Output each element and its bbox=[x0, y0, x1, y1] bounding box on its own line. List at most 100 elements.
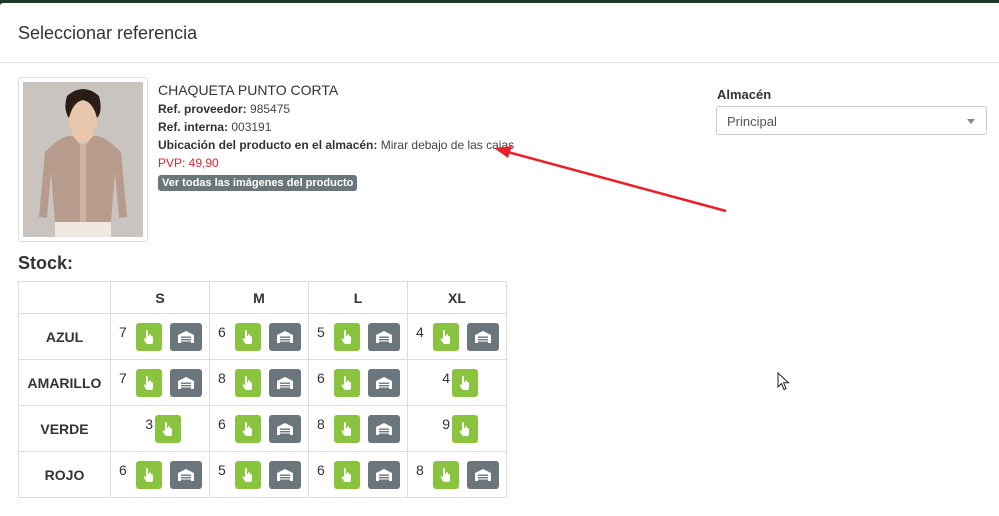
warehouse-select[interactable]: Principal bbox=[716, 106, 987, 135]
hand-pointer-icon bbox=[341, 330, 351, 344]
stock-header-row: S M L XL bbox=[18, 281, 507, 314]
warehouse-icon bbox=[376, 377, 392, 389]
hand-pointer-icon bbox=[341, 422, 351, 436]
warehouse-stock-button[interactable] bbox=[170, 323, 202, 351]
stock-qty: 5 bbox=[218, 462, 226, 478]
internal-ref-value: 003191 bbox=[231, 120, 272, 134]
caret-down-icon bbox=[967, 119, 975, 124]
warehouse-select-value: Principal bbox=[727, 114, 777, 129]
warehouse-icon bbox=[376, 423, 392, 435]
select-variant-button[interactable] bbox=[433, 461, 459, 489]
stock-cell: 8 bbox=[209, 359, 309, 406]
stock-table: S M L XL AZUL 7 6 5 4 AMARILLO 7 8 6 4 VERDE 3 6 8 9 RO… bbox=[18, 281, 507, 498]
hand-pointer-icon bbox=[459, 422, 469, 436]
hand-pointer-icon bbox=[143, 468, 153, 482]
stock-row: ROJO 6 5 6 8 bbox=[18, 451, 507, 498]
warehouse-stock-button[interactable] bbox=[368, 461, 400, 489]
stock-qty: 7 bbox=[119, 324, 127, 340]
select-variant-button[interactable] bbox=[334, 369, 360, 397]
view-all-images-button[interactable]: Ver todas las imágenes del producto bbox=[158, 175, 358, 191]
location-value: Mirar debajo de las cajas bbox=[380, 138, 515, 152]
stock-cell: 7 bbox=[110, 359, 210, 406]
select-variant-button[interactable] bbox=[235, 323, 261, 351]
stock-qty: 6 bbox=[119, 462, 127, 478]
color-label: ROJO bbox=[18, 451, 111, 498]
stock-body: AZUL 7 6 5 4 AMARILLO 7 8 6 4 VERDE 3 6 8 9 ROJO 6 5 6 8 bbox=[18, 313, 507, 498]
size-header: S bbox=[110, 281, 210, 314]
product-photo bbox=[23, 82, 143, 237]
stock-row: AZUL 7 6 5 4 bbox=[18, 313, 507, 360]
color-label: VERDE bbox=[18, 405, 111, 452]
size-header: L bbox=[308, 281, 408, 314]
warehouse-stock-button[interactable] bbox=[269, 323, 301, 351]
stock-qty: 6 bbox=[317, 462, 325, 478]
warehouse-stock-button[interactable] bbox=[368, 415, 400, 443]
hand-pointer-icon bbox=[143, 330, 153, 344]
hand-pointer-icon bbox=[162, 422, 172, 436]
stock-qty: 6 bbox=[218, 324, 226, 340]
product-name: CHAQUETA PUNTO CORTA bbox=[158, 82, 339, 98]
stock-cell: 6 bbox=[308, 451, 408, 498]
stock-qty: 8 bbox=[317, 416, 325, 432]
supplier-ref-row: Ref. proveedor: 985475 bbox=[158, 100, 514, 118]
select-variant-button[interactable] bbox=[136, 323, 162, 351]
stock-cell: 6 bbox=[308, 359, 408, 406]
stock-qty: 8 bbox=[416, 462, 424, 478]
select-variant-button[interactable] bbox=[334, 415, 360, 443]
stock-cell: 6 bbox=[209, 313, 309, 360]
warehouse-label: Almacén bbox=[717, 87, 772, 102]
warehouse-stock-button[interactable] bbox=[269, 461, 301, 489]
warehouse-stock-button[interactable] bbox=[170, 461, 202, 489]
size-header: M bbox=[209, 281, 309, 314]
supplier-ref-label: Ref. proveedor: bbox=[158, 102, 247, 116]
stock-qty: 9 bbox=[442, 416, 450, 432]
stock-cell: 7 bbox=[110, 313, 210, 360]
select-variant-button[interactable] bbox=[235, 369, 261, 397]
stock-cell: 5 bbox=[209, 451, 309, 498]
stock-cell: 6 bbox=[110, 451, 210, 498]
color-label: AZUL bbox=[18, 313, 111, 360]
hand-pointer-icon bbox=[440, 468, 450, 482]
warehouse-stock-button[interactable] bbox=[368, 323, 400, 351]
select-variant-button[interactable] bbox=[334, 323, 360, 351]
select-reference-modal: Seleccionar referencia CHAQUETA PUNTO CO… bbox=[0, 3, 999, 516]
hand-pointer-icon bbox=[242, 422, 252, 436]
stock-qty: 4 bbox=[442, 370, 450, 386]
warehouse-icon bbox=[277, 469, 293, 481]
select-variant-button[interactable] bbox=[155, 415, 181, 443]
warehouse-stock-button[interactable] bbox=[269, 369, 301, 397]
select-variant-button[interactable] bbox=[452, 369, 478, 397]
warehouse-icon bbox=[475, 331, 491, 343]
warehouse-icon bbox=[178, 377, 194, 389]
stock-cell: 9 bbox=[407, 405, 507, 452]
select-variant-button[interactable] bbox=[433, 323, 459, 351]
location-row: Ubicación del producto en el almacén: Mi… bbox=[158, 136, 514, 154]
select-variant-button[interactable] bbox=[136, 461, 162, 489]
select-variant-button[interactable] bbox=[334, 461, 360, 489]
warehouse-stock-button[interactable] bbox=[368, 369, 400, 397]
select-variant-button[interactable] bbox=[136, 369, 162, 397]
size-header: XL bbox=[407, 281, 507, 314]
stock-cell: 3 bbox=[110, 405, 210, 452]
warehouse-icon bbox=[277, 377, 293, 389]
stock-row: VERDE 3 6 8 9 bbox=[18, 405, 507, 452]
hand-pointer-icon bbox=[242, 376, 252, 390]
stock-title: Stock: bbox=[18, 253, 74, 273]
stock-row: AMARILLO 7 8 6 4 bbox=[18, 359, 507, 406]
warehouse-stock-button[interactable] bbox=[170, 369, 202, 397]
stock-cell: 6 bbox=[209, 405, 309, 452]
stock-qty: 7 bbox=[119, 370, 127, 386]
mouse-cursor-icon bbox=[777, 372, 790, 391]
warehouse-stock-button[interactable] bbox=[467, 323, 499, 351]
select-variant-button[interactable] bbox=[235, 461, 261, 489]
warehouse-icon bbox=[277, 423, 293, 435]
product-image[interactable] bbox=[18, 77, 148, 242]
warehouse-icon bbox=[178, 331, 194, 343]
hand-pointer-icon bbox=[341, 468, 351, 482]
warehouse-stock-button[interactable] bbox=[269, 415, 301, 443]
warehouse-stock-button[interactable] bbox=[467, 461, 499, 489]
select-variant-button[interactable] bbox=[235, 415, 261, 443]
select-variant-button[interactable] bbox=[452, 415, 478, 443]
hand-pointer-icon bbox=[242, 330, 252, 344]
stock-cell: 4 bbox=[407, 313, 507, 360]
